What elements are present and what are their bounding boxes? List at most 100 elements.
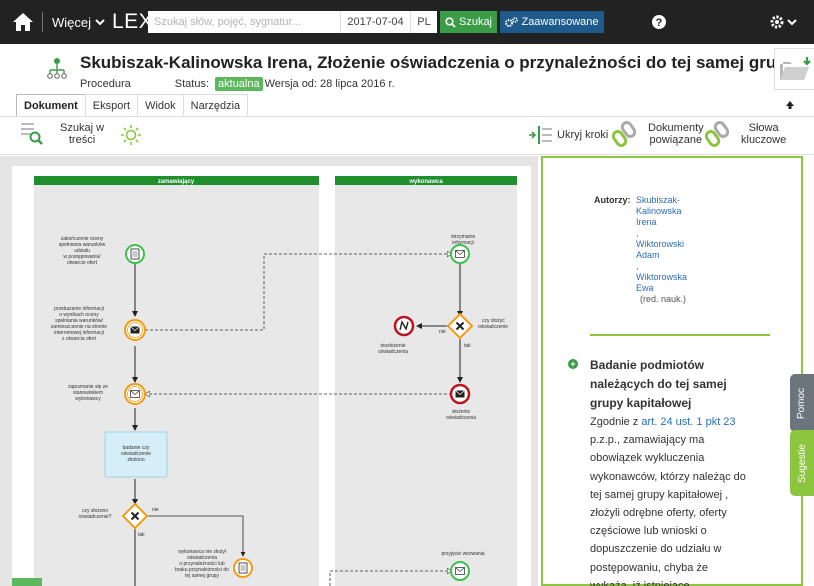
- flow-label-yes: tak: [138, 532, 145, 538]
- folder-download-icon: [779, 57, 811, 80]
- start-event-node[interactable]: [125, 244, 145, 264]
- node-label: otrzymanie informacji: [451, 234, 476, 246]
- author-link[interactable]: Wiktorowska: [636, 272, 706, 283]
- related-documents-line2: powiązane: [649, 134, 703, 146]
- document-type: Procedura: [80, 78, 131, 90]
- author-link[interactable]: Skubiszak-: [636, 195, 706, 206]
- diagram-viewer[interactable]: zamawiający wykonawca zakończenie oceny …: [0, 156, 538, 586]
- svg-text:?: ?: [656, 17, 663, 29]
- help-button[interactable]: ?: [649, 0, 669, 44]
- chevron-down-icon: [95, 19, 105, 26]
- related-documents-button[interactable]: Dokumenty powiązane: [612, 120, 704, 148]
- gear-icon: [770, 15, 784, 29]
- version-text: Wersja od: 28 lipca 2016 r.: [264, 78, 395, 90]
- body-text: p.z.p., zamawiający ma obowiązek wyklucz…: [590, 434, 746, 586]
- status-badge: aktualna: [215, 77, 263, 91]
- advanced-search-label: Zaawansowane: [521, 16, 599, 28]
- keywords-label: Słowa kluczowe: [741, 122, 786, 146]
- search-in-content-button[interactable]: Szukaj w treści: [20, 121, 104, 147]
- hide-steps-button[interactable]: Ukryj kroki: [528, 124, 608, 146]
- chevron-down-icon: [787, 19, 797, 26]
- task-node[interactable]: badanie czy oświadczenie złożono: [104, 431, 168, 478]
- keywords-line1: Słowa: [748, 122, 779, 134]
- lane-right-title: wykonawca: [408, 179, 443, 185]
- bpmn-diagram: zamawiający wykonawca zakończenie oceny …: [34, 176, 517, 586]
- collapse-button[interactable]: [780, 96, 800, 114]
- suggestions-side-tab[interactable]: Sugestie: [790, 430, 814, 496]
- more-label: Więcej: [52, 14, 92, 30]
- corner-tab[interactable]: [12, 578, 42, 586]
- editor-note: (red. nauk.): [640, 294, 687, 304]
- folder-save-button[interactable]: [774, 48, 814, 90]
- help-side-label: Pomoc: [796, 387, 808, 419]
- tab-export[interactable]: Eksport: [84, 94, 139, 116]
- keywords-button[interactable]: Słowa kluczowe: [705, 120, 786, 148]
- flow-label-no: nie: [439, 329, 446, 335]
- procedure-icon: [47, 58, 67, 79]
- author-link[interactable]: Wiktorowski: [636, 239, 706, 250]
- related-documents-label: Dokumenty powiązane: [648, 122, 704, 146]
- toolbar: Szukaj w treści Ukryj kroki Dokumenty po…: [0, 117, 814, 155]
- expand-plus-icon[interactable]: +: [568, 359, 578, 369]
- suggestions-side-label: Sugestie: [796, 443, 808, 483]
- highlight-button[interactable]: [118, 123, 144, 147]
- arrow-up-icon: [786, 101, 794, 109]
- related-documents-line1: Dokumenty: [648, 122, 704, 134]
- tab-document[interactable]: Dokument: [16, 94, 86, 116]
- author-link[interactable]: Adam: [636, 250, 706, 261]
- tab-tools[interactable]: Narzędzia: [182, 94, 249, 116]
- node-label: czy złożono oświadczenie?: [79, 508, 112, 520]
- section-body: Zgodnie z art. 24 ust. 1 pkt 23 p.z.p., …: [590, 413, 750, 586]
- link-icon: [705, 121, 729, 147]
- end-event-yes-node[interactable]: [449, 383, 471, 405]
- article-link[interactable]: art. 24 ust. 1 pkt 23: [641, 416, 735, 428]
- gears-icon: [505, 16, 519, 27]
- doc-event-node[interactable]: [233, 558, 253, 578]
- hide-steps-icon: [529, 126, 552, 144]
- node-label: czy złożyć oświadczenie: [478, 318, 508, 330]
- process-diagram: zamawiający wykonawca zakończenie oceny …: [12, 166, 531, 586]
- settings-menu[interactable]: [763, 0, 803, 44]
- help-side-tab[interactable]: Pomoc: [790, 374, 814, 432]
- author-link[interactable]: Kalinowska: [636, 206, 706, 217]
- tab-view[interactable]: Widok: [137, 94, 184, 116]
- search-in-content-label: Szukaj w treści: [60, 122, 104, 146]
- flow-label-no: nie: [152, 507, 159, 513]
- author-separator: ,: [636, 228, 639, 238]
- search-input[interactable]: [148, 11, 340, 33]
- authors-list: Skubiszak- Kalinowska Irena , Wiktorowsk…: [636, 195, 706, 305]
- section-divider: [590, 334, 770, 336]
- hide-steps-label: Ukryj kroki: [557, 129, 609, 141]
- link-icon: [612, 121, 636, 147]
- author-link[interactable]: Ewa: [636, 283, 706, 294]
- end-event-no-node[interactable]: [393, 315, 415, 337]
- status-label: Status:: [174, 78, 210, 90]
- receive-info-node[interactable]: [450, 244, 470, 264]
- search-in-content-line1: Szukaj w: [60, 122, 105, 134]
- section-title: Badanie podmiotów należących do tej same…: [590, 358, 727, 410]
- date-field[interactable]: 2017-07-04: [340, 11, 410, 33]
- search-document-icon: [21, 123, 43, 145]
- author-link[interactable]: Irena: [636, 217, 706, 228]
- keywords-line2: kluczowe: [741, 134, 787, 146]
- author-separator: ,: [636, 261, 639, 271]
- more-menu[interactable]: Więcej: [52, 0, 105, 44]
- authors-label: Autorzy:: [594, 195, 631, 205]
- sun-icon: [121, 125, 141, 145]
- home-icon: [13, 13, 33, 31]
- lane-right: [335, 176, 517, 586]
- send-message-node[interactable]: [124, 319, 146, 341]
- advanced-search-button[interactable]: Zaawansowane: [500, 11, 604, 33]
- receive-message-node[interactable]: [124, 383, 146, 405]
- home-button[interactable]: [8, 0, 38, 44]
- document-title: Skubiszak-Kalinowska Irena, Złożenie ośw…: [80, 53, 814, 72]
- body-prefix: Zgodnie z: [590, 416, 642, 428]
- search-button[interactable]: Szukaj: [440, 11, 497, 33]
- document-meta: Procedura Status: aktualna Wersja od: 28…: [80, 77, 395, 91]
- question-icon: ?: [652, 15, 666, 29]
- receive-call-node[interactable]: [450, 561, 470, 581]
- node-label: przyjęcie wezwania: [441, 551, 484, 557]
- language-select[interactable]: PL: [410, 11, 437, 33]
- content-panel: Autorzy: Skubiszak- Kalinowska Irena , W…: [541, 156, 803, 586]
- divider: [42, 12, 43, 32]
